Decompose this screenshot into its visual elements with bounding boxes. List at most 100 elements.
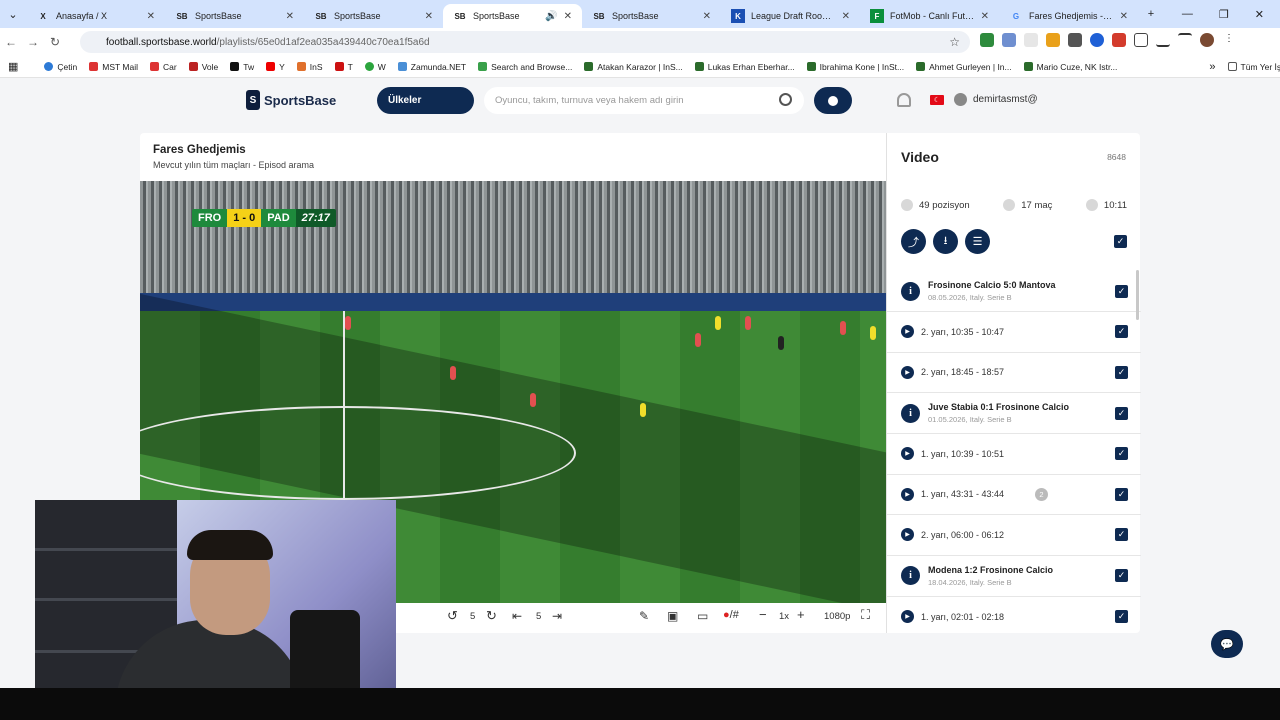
bookmark-item[interactable]: Mario Cuze, NK Istr... <box>1023 62 1117 72</box>
clip-checkbox[interactable]: ✓ <box>1115 487 1128 501</box>
clip-row[interactable]: ▶ 1. yarı, 10:39 - 10:51 ✓ <box>887 434 1141 475</box>
close-tab-icon[interactable]: ✕ <box>564 11 572 22</box>
back-icon[interactable]: ← <box>0 35 22 49</box>
match-checkbox[interactable]: ✓ <box>1115 284 1128 298</box>
bookmark-item[interactable]: Vole <box>188 62 218 72</box>
quality-select[interactable]: 1080p <box>824 611 850 622</box>
clip-row[interactable]: ▶ 2. yarı, 06:00 - 06:12 ✓ <box>887 515 1141 556</box>
clip-checkbox[interactable]: ✓ <box>1115 528 1128 542</box>
bookmark-item[interactable]: Zamunda.NET <box>397 62 466 72</box>
tab-sportsbase-1[interactable]: SB SportsBase ✕ <box>165 4 304 28</box>
extension-icon[interactable] <box>1090 33 1104 47</box>
menu-dots-icon[interactable]: ⋮ <box>1222 33 1236 47</box>
bookmark-item[interactable]: Ahmet Gurleyen | In... <box>916 62 1012 72</box>
more-bookmarks-icon[interactable]: » <box>1209 61 1215 73</box>
countries-button[interactable]: Ülkeler <box>377 87 474 114</box>
close-tab-icon[interactable]: ✕ <box>286 11 294 22</box>
close-tab-icon[interactable]: ✕ <box>1120 11 1128 22</box>
play-icon[interactable]: ▶ <box>901 447 914 461</box>
minimize-icon[interactable]: — <box>1182 8 1193 20</box>
play-icon[interactable]: ▶ <box>901 325 914 339</box>
bookmark-item[interactable]: Search and Browse... <box>478 62 572 72</box>
forward-icon[interactable]: → <box>22 35 44 49</box>
user-menu[interactable]: demirtasmst@ <box>954 93 1038 106</box>
bookmark-item[interactable]: Y <box>266 62 285 72</box>
download-button[interactable]: ⭳ <box>933 229 958 254</box>
tab-fotmob[interactable]: F FotMob - Canlı Futbol Sko ✕ <box>860 4 999 28</box>
extension-icon[interactable] <box>980 33 994 47</box>
profile-avatar[interactable] <box>1200 33 1214 47</box>
faster-icon[interactable]: + <box>797 607 805 622</box>
clip-checkbox[interactable]: ✓ <box>1115 325 1128 339</box>
tab-x-home[interactable]: X Anasayfa / X ✕ <box>26 4 165 28</box>
extension-icon[interactable] <box>1002 33 1016 47</box>
playlist-menu-button[interactable]: ☰ <box>965 229 990 254</box>
bookmark-item[interactable]: T <box>334 62 353 72</box>
extension-icon[interactable] <box>1068 33 1082 47</box>
bookmark-item[interactable]: Atakan Karazor | InS... <box>584 62 683 72</box>
clip-checkbox[interactable]: ✓ <box>1115 447 1128 461</box>
search-icon[interactable] <box>779 93 792 106</box>
info-icon[interactable]: i <box>901 281 920 301</box>
record-tag-icon[interactable]: ●/# <box>723 609 739 621</box>
forward-icon[interactable]: ↻ <box>486 608 497 624</box>
clip-row[interactable]: ▶ 1. yarı, 43:31 - 43:44 2 ✓ <box>887 475 1141 515</box>
bookmark-item[interactable]: Çetin <box>44 62 77 72</box>
play-icon[interactable]: ▶ <box>901 365 914 379</box>
tab-sportsbase-4[interactable]: SB SportsBase ✕ <box>582 4 721 28</box>
close-tab-icon[interactable]: ✕ <box>425 11 433 22</box>
fullscreen-icon[interactable]: ⛶ <box>861 607 870 623</box>
clip-checkbox[interactable]: ✓ <box>1115 610 1128 624</box>
bell-icon[interactable] <box>897 93 911 107</box>
puzzle-icon[interactable] <box>1134 33 1148 47</box>
bookmark-item[interactable]: Ibrahima Kone | InSt... <box>806 62 904 72</box>
tab-sportsbase-active[interactable]: SB SportsBase 🔊 ✕ <box>443 4 582 28</box>
close-tab-icon[interactable]: ✕ <box>147 11 155 22</box>
folder-icon[interactable]: ▭ <box>697 609 708 623</box>
clip-row[interactable]: ▶ 2. yarı, 18:45 - 18:57 ✓ <box>887 353 1141 393</box>
bookmark-item[interactable]: Car <box>150 62 177 72</box>
screenshot-icon[interactable]: ▣ <box>667 609 678 623</box>
tab-google[interactable]: G Fares Ghedjemis - Google ✕ <box>999 4 1138 28</box>
share-button[interactable]: ⤴ <box>901 229 926 254</box>
next-clip-icon[interactable]: ⇥ <box>552 609 562 623</box>
close-window-icon[interactable]: ✕ <box>1255 8 1264 21</box>
slower-icon[interactable]: − <box>759 607 767 622</box>
tab-league-draft[interactable]: K League Draft Room - Fant ✕ <box>721 4 860 28</box>
extension-icon[interactable] <box>1024 33 1038 47</box>
info-icon[interactable]: i <box>901 566 920 585</box>
match-header[interactable]: i Juve Stabia 0:1 Frosinone Calcio 01.05.… <box>887 393 1141 434</box>
new-tab-button[interactable]: + <box>1138 8 1164 20</box>
draw-pen-icon[interactable]: ✎ <box>639 609 649 623</box>
extension-icon[interactable] <box>1112 33 1126 47</box>
play-icon[interactable]: ▶ <box>901 528 914 542</box>
rewind-icon[interactable]: ↺ <box>447 608 458 624</box>
chat-support-button[interactable]: 💬 <box>1211 630 1243 658</box>
bookmark-item[interactable]: InS <box>296 62 323 72</box>
sidebar-scrollbar[interactable] <box>1136 270 1139 320</box>
playback-speed[interactable]: 1x <box>779 611 789 622</box>
play-icon[interactable]: ▶ <box>901 610 914 624</box>
restore-icon[interactable]: ❐ <box>1219 8 1229 21</box>
media-icon[interactable] <box>1178 33 1192 47</box>
bookmark-item[interactable]: Tw <box>230 62 254 72</box>
close-tab-icon[interactable]: ✕ <box>842 11 850 22</box>
bookmark-item[interactable]: Lukas Erhan Eberhar... <box>694 62 795 72</box>
download-icon[interactable] <box>1156 33 1170 47</box>
all-bookmarks[interactable]: Tüm Yer İşaretleri <box>1227 62 1280 72</box>
apps-grid-icon[interactable]: ▦ <box>8 60 18 73</box>
close-tab-icon[interactable]: ✕ <box>703 11 711 22</box>
speaker-icon[interactable]: 🔊 <box>545 11 557 22</box>
search-input[interactable]: Oyuncu, takım, turnuva veya hakem adı gi… <box>484 87 804 114</box>
play-icon[interactable]: ▶ <box>901 487 914 501</box>
sportsbase-logo[interactable]: S SportsBase <box>246 90 336 110</box>
info-icon[interactable]: i <box>901 403 920 423</box>
match-checkbox[interactable]: ✓ <box>1115 406 1128 420</box>
match-header[interactable]: i Modena 1:2 Frosinone Calcio 18.04.2026,… <box>887 556 1141 597</box>
clip-row[interactable]: ▶ 1. yarı, 02:01 - 02:18 ✓ <box>887 597 1141 638</box>
clip-checkbox[interactable]: ✓ <box>1115 365 1128 379</box>
user-search-button[interactable] <box>814 87 852 114</box>
bookmark-item[interactable]: W <box>364 62 386 72</box>
select-all-checkbox[interactable]: ✓ <box>1114 235 1127 248</box>
clip-row[interactable]: ▶ 2. yarı, 10:35 - 10:47 ✓ <box>887 312 1141 353</box>
